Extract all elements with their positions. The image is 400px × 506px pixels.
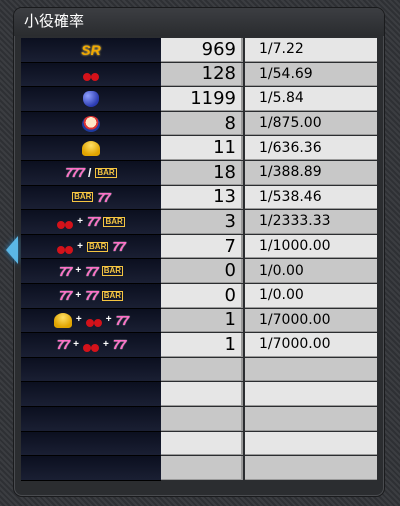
table-row: 777/BAR 18 1/388.89: [21, 160, 377, 186]
cherry-seven-bar-icon: +77 BAR: [21, 210, 161, 235]
empty-table-row: [21, 456, 377, 481]
empty-cell: [21, 382, 161, 407]
cherry-icon: [21, 62, 161, 88]
probability-cell: 1/5.84: [245, 87, 377, 111]
probability-cell: 1/7.22: [245, 38, 377, 62]
table-row: 77 +77 BAR 0 1/0.00: [21, 283, 377, 309]
empty-cell: [161, 431, 243, 456]
count-cell: 1: [161, 333, 243, 357]
bell-icon: [21, 136, 161, 161]
empty-cell: [245, 382, 377, 406]
empty-cell: [21, 456, 161, 481]
empty-cell: [245, 357, 377, 382]
probability-cell: 1/636.36: [245, 136, 377, 160]
bell-cherry-seven-icon: + +77: [21, 308, 161, 334]
count-cell: 0: [161, 259, 243, 283]
count-cell: 1: [161, 308, 243, 333]
table-row: 8 1/875.00: [21, 111, 377, 137]
empty-cell: [21, 406, 161, 432]
bar-seven-icon: BAR 77: [21, 185, 161, 211]
count-cell: 128: [161, 62, 243, 87]
probability-table: SR 969 1/7.22 128 1/54.69 1199 1/5.84 8 1/875.00…: [21, 38, 377, 481]
count-cell: 8: [161, 111, 243, 136]
empty-cell: [161, 406, 243, 431]
table-row: BAR 77 13 1/538.46: [21, 185, 377, 211]
table-row: 77 +77 BAR 0 1/0.00: [21, 259, 377, 284]
seven-bar-icon: 777/BAR: [21, 160, 161, 186]
seven-seven-bar-icon: 77 +77 BAR: [21, 283, 161, 309]
prev-page-arrow-icon[interactable]: [6, 236, 18, 264]
count-cell: 18: [161, 160, 243, 185]
table-row: + +77 1 1/7000.00: [21, 308, 377, 334]
empty-table-row: [21, 382, 377, 407]
probability-cell: 1/54.69: [245, 62, 377, 87]
empty-cell: [245, 456, 377, 480]
seven-cherry-seven-icon: 77 + +77: [21, 333, 161, 358]
probability-cell: 1/2333.33: [245, 210, 377, 234]
count-cell: 1199: [161, 87, 243, 111]
page-title: 小役確率: [24, 13, 85, 30]
count-cell: 7: [161, 234, 243, 259]
probability-cell: 1/538.46: [245, 185, 377, 210]
count-cell: 11: [161, 136, 243, 160]
table-row: 77 + +77 1 1/7000.00: [21, 333, 377, 358]
probability-cell: 1/1000.00: [245, 234, 377, 259]
empty-cell: [161, 456, 243, 480]
sr-icon: SR: [21, 38, 161, 63]
table-row: SR 969 1/7.22: [21, 38, 377, 63]
empty-cell: [21, 357, 161, 383]
probability-cell: 1/0.00: [245, 259, 377, 283]
grape-icon: [21, 87, 161, 112]
table-row: 128 1/54.69: [21, 62, 377, 88]
panel-header: 小役確率: [14, 8, 384, 36]
empty-table-row: [21, 357, 377, 383]
empty-cell: [21, 431, 161, 457]
empty-table-row: [21, 406, 377, 432]
probability-cell: 1/0.00: [245, 283, 377, 308]
probability-cell: 1/388.89: [245, 160, 377, 185]
probability-cell: 1/7000.00: [245, 333, 377, 357]
empty-cell: [161, 357, 243, 382]
empty-table-row: [21, 431, 377, 457]
empty-cell: [245, 431, 377, 456]
table-row: + BAR 77 7 1/1000.00: [21, 234, 377, 260]
probability-cell: 1/7000.00: [245, 308, 377, 333]
cherry-bar-seven-icon: + BAR 77: [21, 234, 161, 260]
count-cell: 969: [161, 38, 243, 62]
count-cell: 3: [161, 210, 243, 234]
count-cell: 13: [161, 185, 243, 210]
table-row: 1199 1/5.84: [21, 87, 377, 112]
probability-cell: 1/875.00: [245, 111, 377, 136]
seven-seven-bar-icon: 77 +77 BAR: [21, 259, 161, 284]
table-row: 11 1/636.36: [21, 136, 377, 161]
empty-cell: [245, 406, 377, 431]
table-row: +77 BAR 3 1/2333.33: [21, 210, 377, 235]
count-cell: 0: [161, 283, 243, 308]
clown-icon: [21, 111, 161, 137]
empty-cell: [161, 382, 243, 406]
